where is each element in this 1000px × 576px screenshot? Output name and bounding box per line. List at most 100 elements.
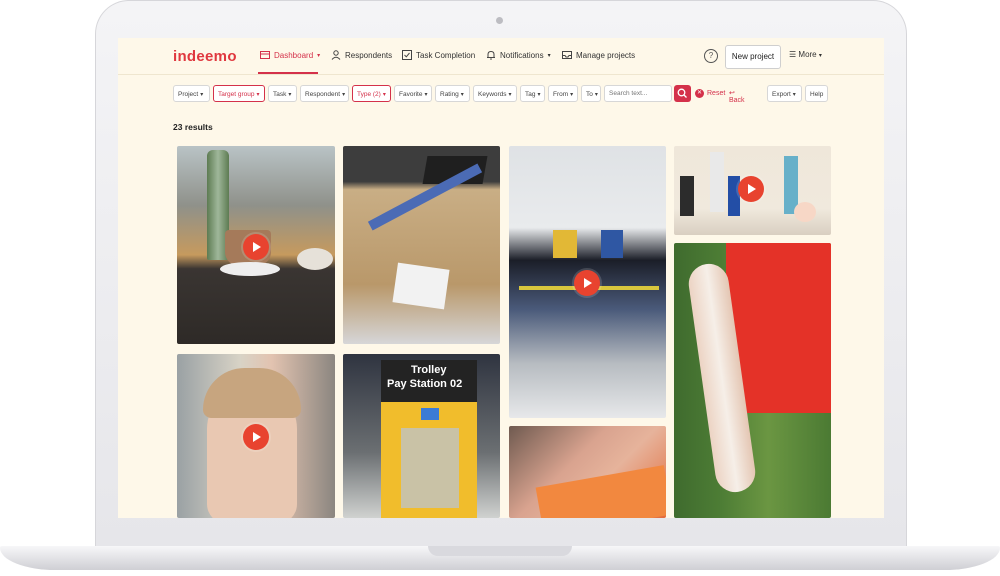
- checkbox-icon: [402, 50, 412, 60]
- sign-line-1: Trolley: [411, 364, 447, 376]
- saucer: [220, 262, 280, 276]
- filter-label: Type (2): [357, 91, 381, 98]
- chevron-down-icon: ▾: [547, 52, 551, 59]
- nav-respondents-label: Respondents: [345, 50, 393, 60]
- chevron-down-icon: ▾: [288, 92, 292, 98]
- filter-favorite[interactable]: Favorite ▾: [394, 85, 432, 102]
- jar: [794, 202, 816, 222]
- play-icon[interactable]: [243, 234, 269, 260]
- media-tile-hand-ticket[interactable]: [509, 426, 666, 518]
- pay-screen: [421, 408, 439, 420]
- media-tile-cardboard-box[interactable]: [343, 146, 500, 344]
- hair: [203, 368, 301, 418]
- media-tile-trolley-pay-station[interactable]: Trolley Pay Station 02: [343, 354, 500, 518]
- export-label: Export: [772, 91, 791, 98]
- filter-rating[interactable]: Rating ▾: [435, 85, 470, 102]
- chevron-down-icon: ▾: [382, 92, 386, 98]
- more-label: More: [798, 50, 817, 59]
- filter-task[interactable]: Task ▾: [268, 85, 297, 102]
- chevron-down-icon: ▾: [200, 92, 204, 98]
- chevron-down-icon: ▾: [537, 92, 541, 98]
- plate: [297, 248, 333, 270]
- nav-dashboard[interactable]: Dashboard ▾: [260, 50, 320, 60]
- nav-dashboard-label: Dashboard: [274, 50, 314, 60]
- chevron-down-icon: ▾: [460, 92, 464, 98]
- reset-label: Reset: [707, 90, 726, 97]
- help-label: Help: [810, 91, 824, 98]
- bottle-white: [710, 152, 724, 212]
- chevron-down-icon: ▾: [594, 92, 598, 98]
- app-screen: indeemo Dashboard ▾ Respondents Task Com…: [118, 38, 884, 518]
- media-tile-airport-queue[interactable]: [509, 146, 666, 418]
- filter-type[interactable]: Type (2) ▾: [352, 85, 391, 102]
- hamburger-icon: ☰: [789, 50, 797, 59]
- play-icon[interactable]: [243, 424, 269, 450]
- filter-target-group[interactable]: Target group ▾: [213, 85, 265, 102]
- bottle-blue: [728, 176, 740, 216]
- nav-notifications-label: Notifications: [500, 50, 544, 60]
- bottle-black: [680, 176, 694, 216]
- dashboard-icon: [260, 51, 270, 59]
- help-button[interactable]: Help: [805, 85, 828, 102]
- filter-to[interactable]: To ▾: [581, 85, 601, 102]
- shipping-label: [392, 262, 450, 310]
- nav-notifications[interactable]: Notifications ▾: [486, 50, 551, 60]
- chevron-down-icon: ▾: [570, 92, 574, 98]
- filter-tag[interactable]: Tag ▾: [520, 85, 545, 102]
- nav-manage-projects[interactable]: Manage projects: [562, 50, 635, 60]
- chevron-down-icon: ▾: [256, 92, 260, 98]
- filter-project[interactable]: Project ▾: [173, 85, 210, 102]
- play-icon[interactable]: [574, 270, 600, 296]
- webcam: [496, 17, 503, 24]
- bell-icon: [487, 50, 495, 60]
- chevron-down-icon: ▾: [792, 92, 796, 98]
- nav-active-indicator: [258, 72, 318, 74]
- filter-label: Keywords: [478, 91, 507, 98]
- media-tile-toiletries-shelf[interactable]: [674, 146, 831, 235]
- inbox-icon: [562, 51, 572, 59]
- new-project-button[interactable]: New project: [725, 45, 781, 69]
- nav-task-completion-label: Task Completion: [416, 50, 476, 60]
- back-arrow-icon: ↩: [729, 90, 735, 97]
- filter-label: Task: [273, 91, 287, 98]
- filter-label: From: [553, 91, 569, 98]
- export-dropdown[interactable]: Export ▾: [767, 85, 802, 102]
- more-menu[interactable]: ☰ More ▾: [789, 50, 822, 59]
- back-button[interactable]: ↩ Back: [729, 89, 745, 104]
- filter-label: Respondent: [305, 91, 341, 98]
- filter-label: Project: [178, 91, 199, 98]
- back-label: Back: [729, 97, 745, 104]
- filter-respondent[interactable]: Respondent ▾: [300, 85, 349, 102]
- orange-ticket: [535, 465, 666, 518]
- filter-keywords[interactable]: Keywords ▾: [473, 85, 517, 102]
- search-icon: [677, 88, 687, 98]
- chevron-down-icon: ▾: [508, 92, 512, 98]
- play-icon[interactable]: [738, 176, 764, 202]
- filter-label: Target group: [218, 91, 255, 98]
- media-tile-selfie-woman[interactable]: [177, 354, 335, 518]
- user-icon: [331, 50, 341, 60]
- results-count: 23 results: [173, 122, 213, 132]
- nav-task-completion[interactable]: Task Completion: [402, 50, 475, 60]
- media-tile-cafe-latte[interactable]: [177, 146, 335, 344]
- search-button[interactable]: [674, 85, 691, 102]
- media-tile-sunscreen-arm[interactable]: [674, 243, 831, 518]
- search-input[interactable]: [604, 85, 672, 102]
- airport-sign: [553, 230, 577, 258]
- nav-respondents[interactable]: Respondents: [331, 50, 392, 60]
- close-icon: ✕: [695, 89, 704, 98]
- question-circle-icon[interactable]: ?: [704, 49, 718, 63]
- chevron-down-icon: ▾: [818, 53, 822, 59]
- sign-line-2: Pay Station 02: [387, 378, 463, 390]
- pay-panel: [401, 428, 459, 508]
- top-nav: indeemo Dashboard ▾ Respondents Task Com…: [118, 38, 884, 75]
- filter-label: Rating: [440, 91, 459, 98]
- filter-from[interactable]: From ▾: [548, 85, 578, 102]
- logo[interactable]: indeemo: [173, 48, 237, 65]
- chevron-down-icon: ▾: [342, 92, 346, 98]
- laptop-notch: [428, 546, 572, 556]
- chevron-down-icon: ▾: [317, 52, 321, 59]
- airport-sign-blue: [601, 230, 623, 258]
- reset-button[interactable]: ✕ Reset: [695, 89, 725, 98]
- nav-manage-projects-label: Manage projects: [576, 50, 636, 60]
